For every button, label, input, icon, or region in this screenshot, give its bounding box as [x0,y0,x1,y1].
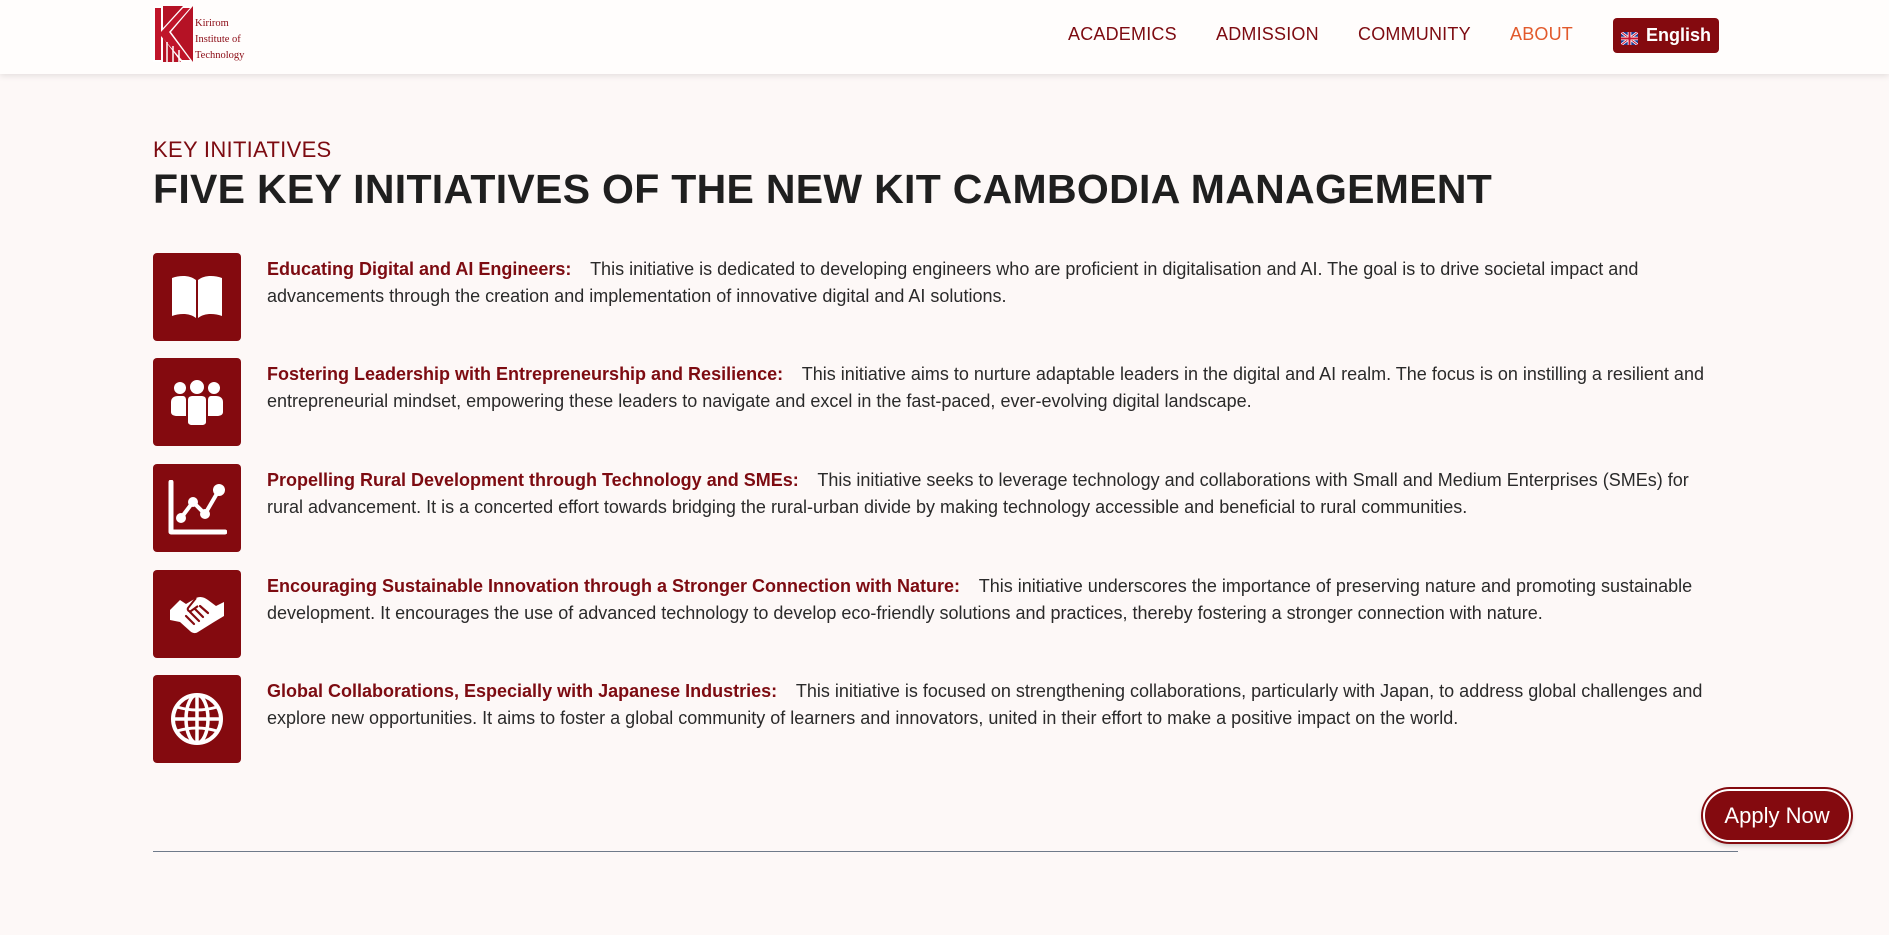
initiative-text: Educating Digital and AI Engineers: This… [267,256,1727,310]
nav-academics[interactable]: ACADEMICS [1068,24,1177,45]
initiative-text: Encouraging Sustainable Innovation throu… [267,573,1727,627]
language-label: English [1645,25,1711,45]
initiative-title: Educating Digital and AI Engineers: [267,259,572,279]
apply-now-button[interactable]: Apply Now [1703,789,1851,842]
initiative-item: Encouraging Sustainable Innovation throu… [153,570,1723,658]
initiative-text: Global Collaborations, Especially with J… [267,678,1727,732]
section-kicker: KEY INITIATIVES [153,137,332,162]
nav-about[interactable]: ABOUT [1510,24,1573,45]
initiative-item: Educating Digital and AI Engineers: This… [153,253,1723,341]
nav-admission[interactable]: ADMISSION [1216,24,1319,45]
main-nav: ACADEMICS ADMISSION COMMUNITY ABOUT Engl… [0,0,1889,74]
book-icon [153,253,241,341]
nav-community[interactable]: COMMUNITY [1358,24,1471,45]
initiative-title: Fostering Leadership with Entrepreneursh… [267,364,784,384]
line-chart-icon [153,464,241,552]
uk-flag-icon [1620,29,1639,47]
group-icon [153,358,241,446]
initiative-item: Global Collaborations, Especially with J… [153,675,1723,763]
initiative-text: Fostering Leadership with Entrepreneursh… [267,361,1727,415]
initiative-title: Propelling Rural Development through Tec… [267,470,799,490]
page-title: FIVE KEY INITIATIVES OF THE NEW KIT CAMB… [153,166,1493,212]
handshake-icon [153,570,241,658]
initiative-item: Propelling Rural Development through Tec… [153,464,1723,552]
globe-icon [153,675,241,763]
initiative-title: Global Collaborations, Especially with J… [267,681,778,701]
initiative-item: Fostering Leadership with Entrepreneursh… [153,358,1723,446]
initiative-title: Encouraging Sustainable Innovation throu… [267,576,961,596]
site-header: Kirirom Institute of Technology ACADEMIC… [0,0,1889,74]
language-button[interactable]: English [1613,18,1719,53]
initiative-text: Propelling Rural Development through Tec… [267,467,1727,521]
section-divider [153,851,1738,852]
